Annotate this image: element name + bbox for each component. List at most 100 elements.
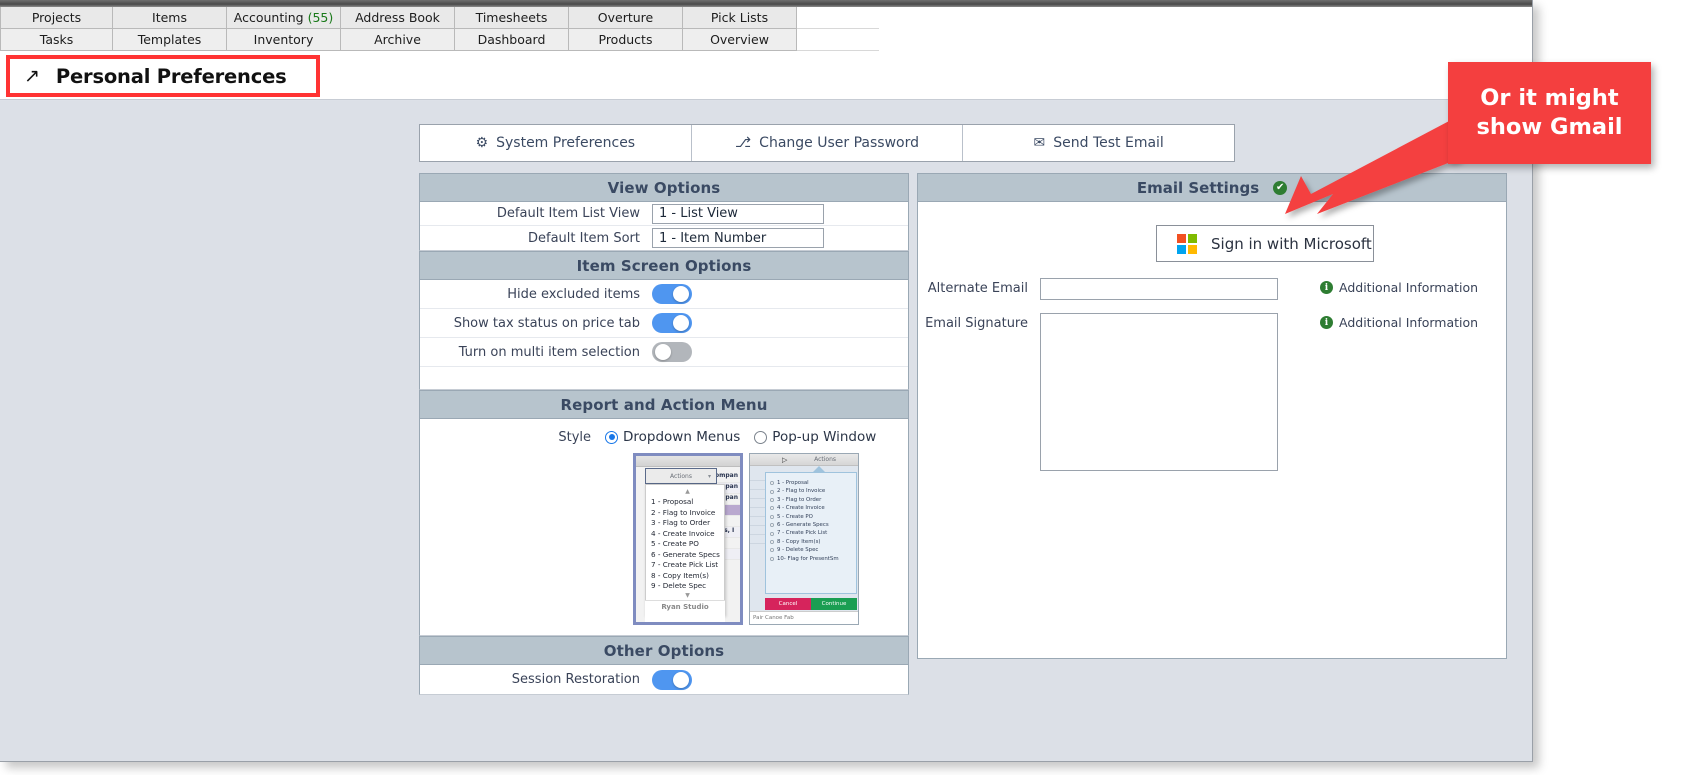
page-title: Personal Preferences xyxy=(55,64,287,88)
radio-dropdown-menus[interactable]: Dropdown Menus xyxy=(605,429,740,445)
preview-menu-item: 9 - Delete Spec xyxy=(651,581,707,590)
nav-row-primary: Projects Items Accounting (55) Address Bo… xyxy=(0,7,879,29)
nav-tab-items[interactable]: Items xyxy=(113,7,227,29)
nav-tab-tasks[interactable]: Tasks xyxy=(0,29,113,51)
toggle-row: Turn on multi item selection xyxy=(420,338,908,367)
alternate-email-additional-info-link[interactable]: i Additional Information xyxy=(1320,278,1478,295)
chevron-down-icon: ▾ xyxy=(707,472,711,480)
email-settings-title: Email Settings xyxy=(1136,178,1260,197)
view-options-body: Default Item List View 1 - List View Def… xyxy=(419,202,909,251)
report-action-menu-body: Style Dropdown Menus Pop-up Window ompan… xyxy=(419,419,909,636)
info-icon: i xyxy=(1320,281,1333,294)
email-signature-additional-info-link[interactable]: i Additional Information xyxy=(1320,313,1478,330)
report-action-menu-header: Report and Action Menu xyxy=(419,390,909,419)
nav-tab-address-book[interactable]: Address Book xyxy=(341,7,455,29)
toggle-label: Hide excluded items xyxy=(507,286,640,302)
preview-bg-row xyxy=(750,472,765,481)
preview-menu-item: 4 - Create Invoice xyxy=(651,528,715,538)
dropdown-menu-preview-thumbnail[interactable]: ompan ompan ompan ries, I Actions xyxy=(633,453,743,625)
window-top-strip xyxy=(0,0,1532,7)
preview-menu-item: 2 - Flag to Invoice xyxy=(770,487,856,495)
preview-menu-item: 4 - Create Invoice xyxy=(770,504,856,512)
preview-menu-label: 9 - Delete Spec xyxy=(777,547,819,554)
toggle-knob xyxy=(655,344,671,360)
nav-filler xyxy=(797,7,879,29)
preview-menu-item: 5 - Create PO xyxy=(651,539,699,548)
info-icon: i xyxy=(1320,316,1333,329)
radio-button-icon xyxy=(770,556,774,561)
preview-bg-row xyxy=(750,526,765,535)
nav-tab-projects[interactable]: Projects xyxy=(0,7,113,29)
nav-tab-label: Pick Lists xyxy=(710,10,769,25)
preferences-toolbar: ⚙ System Preferences ⎇ Change User Passw… xyxy=(419,124,1235,162)
preview-menu-label: 5 - Create PO xyxy=(777,513,813,520)
nav-row-secondary: Tasks Templates Inventory Archive Dashbo… xyxy=(0,29,879,51)
nav-tab-inventory[interactable]: Inventory xyxy=(227,29,341,51)
screenshot-root: Projects Items Accounting (55) Address Bo… xyxy=(0,0,1704,775)
toggle-row: Hide excluded items xyxy=(420,280,908,309)
nav-tab-label: Accounting xyxy=(233,10,304,25)
field-row: Default Item List View 1 - List View xyxy=(420,202,908,226)
preview-menu-item: 6 - Generate Specs xyxy=(651,549,720,559)
change-user-password-button[interactable]: ⎇ Change User Password xyxy=(691,125,964,161)
preview-toolbar: Actions xyxy=(750,454,858,466)
default-item-list-view-select[interactable]: 1 - List View xyxy=(652,203,824,224)
preview-toolbar xyxy=(636,456,740,467)
nav-tab-label: Address Book xyxy=(355,10,440,25)
radio-button-icon xyxy=(770,489,774,494)
sign-in-with-microsoft-button[interactable]: Sign in with Microsoft xyxy=(1156,225,1374,262)
toggle-knob xyxy=(673,315,689,331)
radio-button-icon xyxy=(770,506,774,511)
preview-background-rows xyxy=(750,472,765,594)
preview-menu-label: 1 - Proposal xyxy=(777,480,809,486)
show-tax-status-toggle[interactable] xyxy=(652,313,692,333)
nav-tab-label: Dashboard xyxy=(477,32,546,47)
preview-actions-label: Actions xyxy=(814,456,836,463)
nav-tab-overview[interactable]: Overview xyxy=(683,29,797,51)
nav-tab-label: Items xyxy=(152,10,187,25)
send-test-email-button[interactable]: ✉ Send Test Email xyxy=(963,125,1235,161)
nav-tab-archive[interactable]: Archive xyxy=(341,29,455,51)
popup-window-preview-thumbnail[interactable]: Actions ▷ 1 - Proposal 2 - Flag to Invoi… xyxy=(749,453,859,625)
main-navigation: Projects Items Accounting (55) Address Bo… xyxy=(0,7,1532,51)
nav-tab-label: Inventory xyxy=(253,32,314,47)
system-preferences-button[interactable]: ⚙ System Preferences xyxy=(420,125,692,161)
preview-footer: Pair Canoe Fab xyxy=(750,611,858,624)
hide-excluded-items-toggle[interactable] xyxy=(652,284,692,304)
annotation-callout: Or it might show Gmail xyxy=(1448,62,1651,164)
multi-item-selection-toggle[interactable] xyxy=(652,342,692,362)
nav-tab-dashboard[interactable]: Dashboard xyxy=(455,29,569,51)
page-header-bar: ↗ Personal Preferences xyxy=(0,51,1532,100)
nav-tab-products[interactable]: Products xyxy=(569,29,683,51)
alternate-email-input[interactable] xyxy=(1040,278,1278,300)
nav-tab-label: Templates xyxy=(137,32,202,47)
session-restoration-toggle[interactable] xyxy=(652,669,692,690)
radio-button-icon xyxy=(770,531,774,536)
nav-tab-templates[interactable]: Templates xyxy=(113,29,227,51)
preview-menu-label: 8 - Copy Item(s) xyxy=(777,538,821,545)
preview-menu-item: 5 - Create PO xyxy=(770,513,856,521)
nav-tab-overture[interactable]: Overture xyxy=(569,7,683,29)
nav-tab-timesheets[interactable]: Timesheets xyxy=(455,7,569,29)
field-label: Default Item List View xyxy=(496,206,640,221)
nav-tab-label: Overture xyxy=(597,10,654,25)
email-signature-textarea[interactable] xyxy=(1040,313,1278,471)
nav-tab-label: Timesheets xyxy=(475,10,548,25)
preview-menu-item: 1 - Proposal xyxy=(770,479,856,487)
default-item-sort-select[interactable]: 1 - Item Number xyxy=(652,228,824,248)
radio-popup-window[interactable]: Pop-up Window xyxy=(754,429,876,445)
preview-menu-label: 3 - Flag to Order xyxy=(777,496,822,503)
check-circle-icon: ✔ xyxy=(1273,180,1288,195)
button-label: Change User Password xyxy=(759,135,919,151)
toggle-row: Show tax status on price tab xyxy=(420,309,908,338)
page-title-highlight-box: ↗ Personal Preferences xyxy=(6,55,320,97)
nav-tab-accounting[interactable]: Accounting (55) xyxy=(227,7,341,29)
preview-menu-item: 3 - Flag to Order xyxy=(770,496,856,504)
nav-filler xyxy=(797,29,879,51)
link-label: Additional Information xyxy=(1339,280,1479,295)
button-label: System Preferences xyxy=(496,135,636,151)
nav-tab-pick-lists[interactable]: Pick Lists xyxy=(683,7,797,29)
button-label: Send Test Email xyxy=(1053,135,1164,151)
preview-menu-item: 10- Flag for PresentSm xyxy=(770,555,856,563)
preview-menu-label: 10- Flag for PresentSm xyxy=(777,555,839,562)
